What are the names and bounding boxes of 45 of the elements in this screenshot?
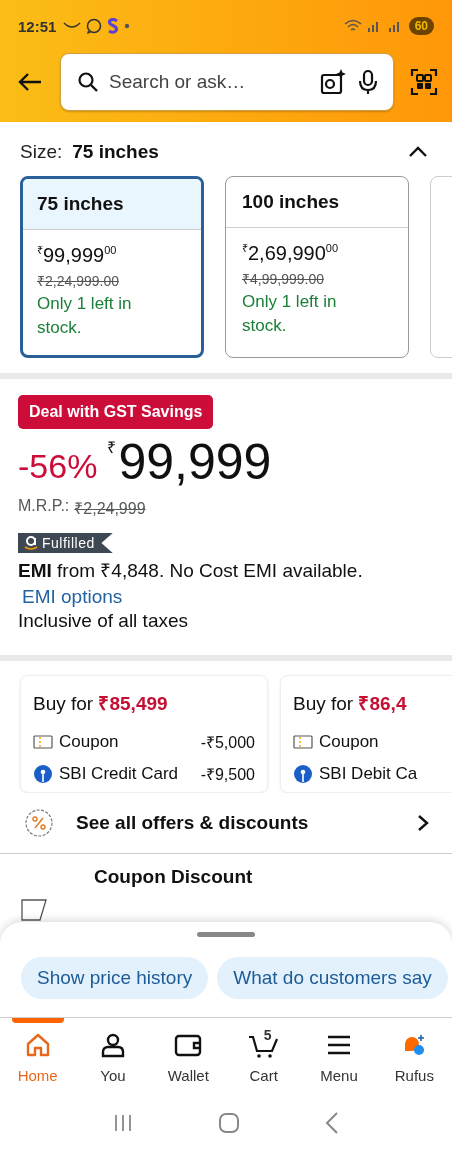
search-bar[interactable]: Search or ask… bbox=[60, 53, 394, 111]
nav-tab[interactable]: 5 Cart bbox=[226, 1018, 302, 1094]
offer-item: Coupon bbox=[59, 732, 120, 752]
offer-amount: -₹9,500 bbox=[200, 765, 255, 785]
mrp-price: ₹2,24,999 bbox=[74, 499, 146, 519]
emi-options-link[interactable]: EMI options bbox=[22, 586, 123, 608]
size-label: Size: bbox=[20, 141, 63, 163]
fulfilled-label: Fulfilled bbox=[42, 535, 95, 551]
nav-tab[interactable]: Rufus bbox=[376, 1018, 452, 1094]
size-option-name: 100 inches bbox=[242, 191, 340, 213]
nav-tab[interactable]: You bbox=[75, 1018, 151, 1094]
offer-card[interactable]: Buy for ₹86,4 Coupon SBI Debit Ca bbox=[280, 675, 452, 793]
stock-note: Only 1 left in stock. bbox=[37, 293, 133, 339]
discount-percent: -56% bbox=[18, 447, 98, 486]
offer-card[interactable]: Buy for ₹85,499 Coupon -₹5,000 SBI Credit Card -₹9,500 bbox=[20, 675, 268, 793]
offer-item: SBI Credit Card bbox=[59, 764, 180, 784]
size-option-price: $^{₹}$99,999$^{00}$ bbox=[37, 243, 118, 267]
all-offers-label: See all offers & discounts bbox=[76, 812, 310, 834]
selected-size: 75 inches bbox=[72, 141, 159, 163]
size-option-card[interactable]: 75 inches $^{₹}$99,999$^{00}$ ₹2,24,999.00 Only 1 left in stock. bbox=[20, 176, 204, 358]
status-time: 12:51 bbox=[18, 17, 57, 35]
mrp-label: M.R.P.: bbox=[18, 497, 70, 516]
stock-note: Only 1 left in stock. bbox=[242, 291, 338, 337]
size-option-price: $^{₹}$2,69,990$^{00}$ bbox=[242, 241, 340, 265]
nav-tab[interactable]: Menu bbox=[301, 1018, 377, 1094]
all-offers-row[interactable]: See all offers & discounts bbox=[0, 793, 452, 841]
size-option-card[interactable]: 100 inches $^{₹}$2,69,990$^{00}$ ₹4,99,999.00 Only 1 left in stock. bbox=[225, 176, 409, 358]
offer-item: Coupon bbox=[319, 732, 380, 752]
offer-amount: -₹5,000 bbox=[200, 733, 255, 753]
size-option-name: 75 inches bbox=[37, 193, 124, 215]
search-field[interactable]: Search or ask… bbox=[109, 71, 309, 93]
size-option-mrp: ₹4,99,999.00 bbox=[242, 270, 325, 288]
battery-level: 60 bbox=[408, 17, 434, 35]
offer-item: SBI Debit Ca bbox=[319, 764, 419, 784]
coupon-title: Coupon Discount bbox=[94, 866, 253, 888]
suggestion-chip[interactable]: What do customers say bbox=[217, 957, 448, 999]
size-option-mrp: ₹2,24,999.00 bbox=[37, 272, 120, 290]
emi-text: EMI from ₹4,848. No Cost EMI available. bbox=[18, 559, 364, 583]
deal-badge: Deal with GST Savings bbox=[18, 395, 214, 429]
price: $^{₹}$99,999 bbox=[107, 433, 272, 491]
suggestion-chip[interactable]: Show price history bbox=[21, 957, 209, 999]
tax-note: Inclusive of all taxes bbox=[18, 610, 190, 632]
offer-title: Buy for ₹85,499 bbox=[33, 692, 169, 716]
offer-title: Buy for ₹86,4 bbox=[293, 692, 408, 716]
nav-tab[interactable]: Wallet bbox=[150, 1018, 226, 1094]
